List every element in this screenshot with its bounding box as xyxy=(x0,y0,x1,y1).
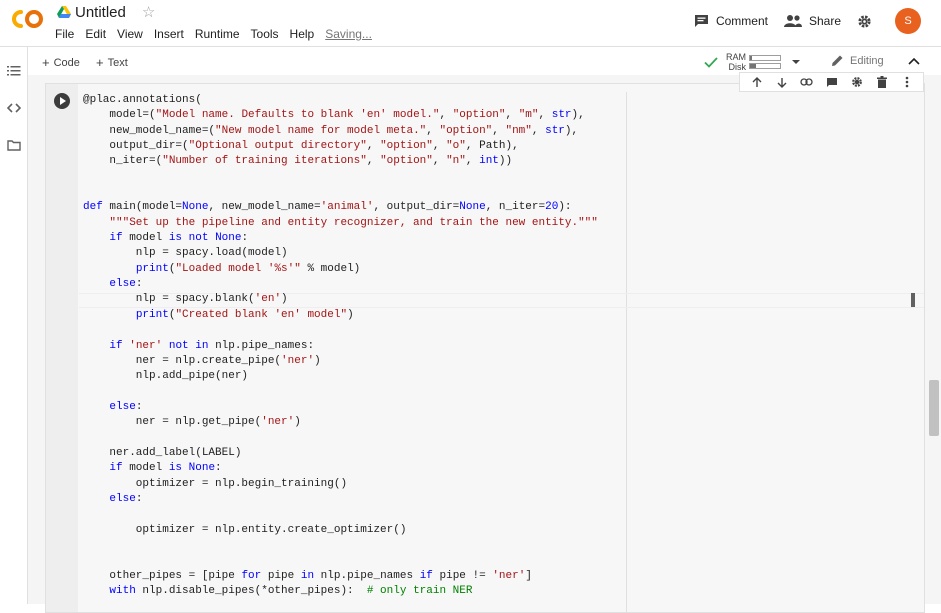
menu-bar: File Edit View Insert Runtime Tools Help… xyxy=(55,27,383,41)
code-line[interactable]: with nlp.disable_pipes(*other_pipes): # … xyxy=(83,584,598,599)
add-text-label: Text xyxy=(107,56,128,69)
add-code-label: Code xyxy=(53,56,80,69)
code-line[interactable]: """Set up the pipeline and entity recogn… xyxy=(83,216,597,231)
ram-bar xyxy=(749,55,781,61)
comment-label: Comment xyxy=(715,14,768,28)
code-line[interactable]: if 'ner' not in nlp.pipe_names: xyxy=(83,339,598,354)
code-line[interactable]: n_iter=("Number of training iterations",… xyxy=(83,154,598,169)
more-vert-icon[interactable] xyxy=(900,75,914,89)
table-of-contents-icon[interactable] xyxy=(7,64,21,78)
cursor-marker xyxy=(911,293,915,307)
settings-button[interactable] xyxy=(857,14,879,29)
page-scrollbar[interactable] xyxy=(929,380,939,436)
notebook-title[interactable]: Untitled xyxy=(75,4,126,21)
add-text-button[interactable]: + Text xyxy=(96,55,128,70)
plus-icon: + xyxy=(96,55,104,70)
cell-toolbar xyxy=(739,72,924,92)
code-line[interactable]: nlp.add_pipe(ner) xyxy=(83,369,598,384)
code-line[interactable] xyxy=(83,553,598,568)
folder-icon[interactable] xyxy=(7,138,21,152)
star-icon[interactable]: ☆ xyxy=(142,3,155,21)
code-line[interactable]: output_dir=("Optional output directory",… xyxy=(83,139,598,154)
code-line[interactable]: ner = nlp.create_pipe('ner') xyxy=(83,354,598,369)
code-cell[interactable]: @plac.annotations( model=("Model name. D… xyxy=(45,83,925,613)
add-code-button[interactable]: + Code xyxy=(42,55,80,70)
code-line[interactable]: ner = nlp.get_pipe('ner') xyxy=(83,415,598,430)
comment-button[interactable]: Comment xyxy=(694,14,768,28)
menu-insert[interactable]: Insert xyxy=(154,27,184,41)
code-line[interactable] xyxy=(83,538,598,553)
code-line[interactable] xyxy=(83,431,598,446)
comment-icon[interactable] xyxy=(825,75,839,89)
editing-mode-button[interactable]: Editing xyxy=(831,54,884,67)
saving-status[interactable]: Saving... xyxy=(325,27,372,41)
ram-label: RAM xyxy=(726,52,746,62)
avatar[interactable]: S xyxy=(895,8,921,34)
menu-tools[interactable]: Tools xyxy=(251,27,279,41)
plus-icon: + xyxy=(42,55,50,70)
code-line[interactable]: if model is not None: xyxy=(83,231,598,246)
code-line[interactable]: model=("Model name. Defaults to blank 'e… xyxy=(83,108,598,123)
menu-file[interactable]: File xyxy=(55,27,74,41)
code-line[interactable]: ner.add_label(LABEL) xyxy=(83,446,598,461)
code-line[interactable]: else: xyxy=(83,492,598,507)
share-button[interactable]: Share xyxy=(783,14,841,28)
move-down-icon[interactable] xyxy=(775,75,789,89)
code-line[interactable]: new_model_name=("New model name for mode… xyxy=(83,124,598,139)
gear-icon xyxy=(858,14,871,28)
code-line[interactable] xyxy=(83,507,598,522)
menu-view[interactable]: View xyxy=(117,27,143,41)
code-line[interactable] xyxy=(83,385,598,400)
run-cell-button[interactable] xyxy=(54,93,70,109)
notebook-toolbar: + Code + Text RAM Disk Editing xyxy=(28,47,941,75)
disk-bar-fill xyxy=(750,64,756,68)
chevron-up-icon[interactable] xyxy=(908,57,920,65)
move-up-icon[interactable] xyxy=(750,75,764,89)
resources-indicator[interactable]: RAM Disk xyxy=(704,52,801,72)
colab-logo[interactable] xyxy=(10,8,44,30)
ram-bar-fill xyxy=(750,56,752,60)
editing-label: Editing xyxy=(850,54,884,67)
code-editor[interactable]: @plac.annotations( model=("Model name. D… xyxy=(83,93,598,599)
disk-label: Disk xyxy=(728,62,747,72)
pencil-icon xyxy=(832,55,843,66)
cell-gutter xyxy=(46,84,78,612)
code-line[interactable]: nlp = spacy.blank('en') xyxy=(83,292,598,307)
code-line[interactable]: else: xyxy=(83,400,598,415)
code-line[interactable]: print("Loaded model '%s'" % model) xyxy=(83,262,598,277)
code-line[interactable]: @plac.annotations( xyxy=(83,93,598,108)
code-snippets-icon[interactable] xyxy=(7,101,21,115)
people-icon xyxy=(783,15,802,27)
share-label: Share xyxy=(808,14,841,28)
check-icon xyxy=(704,56,718,68)
code-line[interactable]: other_pipes = [pipe for pipe in nlp.pipe… xyxy=(83,569,598,584)
code-line[interactable] xyxy=(83,323,598,338)
left-rail xyxy=(0,47,28,604)
code-line[interactable]: else: xyxy=(83,277,598,292)
menu-help[interactable]: Help xyxy=(290,27,315,41)
gear-icon[interactable] xyxy=(850,75,864,89)
menu-runtime[interactable]: Runtime xyxy=(195,27,240,41)
code-line[interactable]: optimizer = nlp.begin_training() xyxy=(83,477,598,492)
code-line[interactable]: nlp = spacy.load(model) xyxy=(83,246,598,261)
code-line[interactable]: print("Created blank 'en' model") xyxy=(83,308,598,323)
code-line[interactable] xyxy=(83,185,598,200)
menu-edit[interactable]: Edit xyxy=(85,27,106,41)
code-line[interactable]: if model is None: xyxy=(83,461,598,476)
notebook-area: @plac.annotations( model=("Model name. D… xyxy=(28,75,941,613)
code-line[interactable]: def main(model=None, new_model_name='ani… xyxy=(83,200,598,215)
code-line[interactable]: optimizer = nlp.entity.create_optimizer(… xyxy=(83,523,598,538)
comment-icon xyxy=(694,15,708,27)
chevron-down-icon[interactable] xyxy=(791,59,801,65)
link-icon[interactable] xyxy=(800,75,814,89)
drive-icon xyxy=(57,6,71,18)
app-header: Untitled ☆ File Edit View Insert Runtime… xyxy=(0,0,941,46)
code-line[interactable] xyxy=(83,170,598,185)
trash-icon[interactable] xyxy=(875,75,889,89)
column-ruler xyxy=(626,92,627,612)
disk-bar xyxy=(749,63,781,69)
